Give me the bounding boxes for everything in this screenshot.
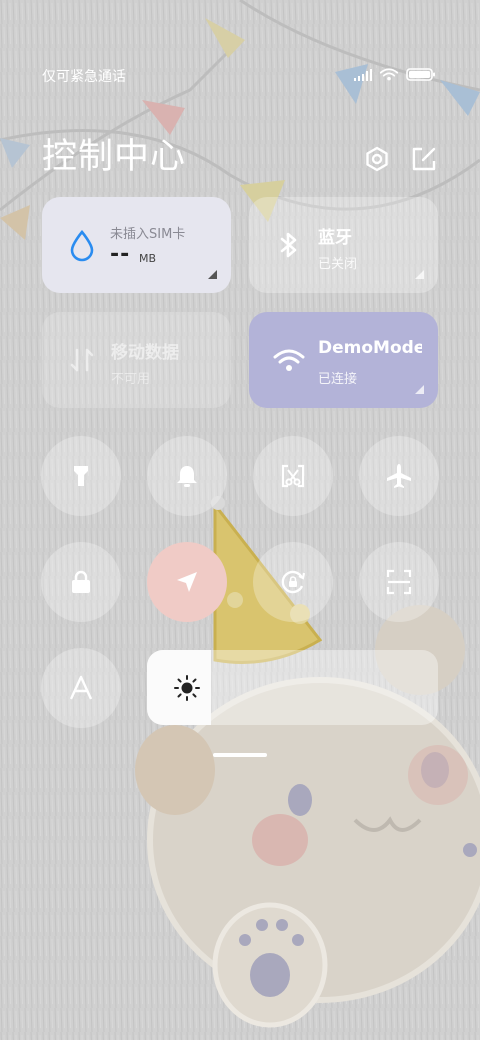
bluetooth-icon: [280, 232, 297, 258]
auto-brightness-toggle[interactable]: [41, 648, 121, 728]
signal-icon: [354, 68, 372, 81]
mobile-data-tile[interactable]: 移动数据 不可用: [42, 312, 231, 408]
wifi-icon: [273, 349, 305, 371]
edit-icon[interactable]: [409, 144, 439, 174]
flashlight-toggle[interactable]: [41, 436, 121, 516]
ringer-toggle[interactable]: [147, 436, 227, 516]
status-bar: 仅可紧急通话: [42, 66, 436, 86]
lock-icon: [72, 570, 90, 593]
scanner-toggle[interactable]: [359, 542, 439, 622]
wifi-status: 已连接: [318, 372, 358, 387]
data-usage-value: --: [110, 242, 131, 267]
mobile-data-title: 移动数据: [111, 343, 179, 363]
rotation-lock-icon: [281, 570, 306, 594]
expand-corner-icon: [415, 270, 424, 279]
carrier-text: 仅可紧急通话: [42, 69, 126, 85]
bluetooth-title: 蓝牙: [318, 228, 352, 248]
data-usage-label: 未插入SIM卡: [110, 227, 186, 242]
scan-icon: [386, 569, 412, 595]
expand-corner-icon: [208, 270, 217, 279]
page-title: 控制中心: [42, 137, 187, 177]
data-usage-unit: MB: [139, 252, 157, 265]
sun-icon: [174, 675, 200, 701]
collapse-handle[interactable]: [213, 753, 267, 757]
bluetooth-tile[interactable]: 蓝牙 已关闭: [249, 197, 438, 293]
location-toggle[interactable]: [147, 542, 227, 622]
wifi-icon: [380, 68, 398, 81]
data-arrows-icon: [70, 348, 94, 372]
airplane-icon: [387, 464, 411, 488]
screenshot-icon: [281, 464, 305, 488]
brightness-slider[interactable]: [147, 650, 438, 725]
expand-corner-icon: [415, 385, 424, 394]
wifi-network-name: DemoMode: [318, 338, 422, 358]
water-drop-icon: [70, 229, 94, 262]
battery-icon: [406, 68, 435, 81]
wifi-tile[interactable]: DemoMode 已连接: [249, 312, 438, 408]
location-arrow-icon: [177, 572, 197, 592]
mobile-data-status: 不可用: [111, 372, 151, 387]
screenshot-toggle[interactable]: [253, 436, 333, 516]
auto-brightness-icon: [69, 675, 93, 700]
settings-icon[interactable]: [362, 144, 392, 174]
bluetooth-status: 已关闭: [318, 257, 358, 272]
bell-icon: [177, 466, 197, 487]
flashlight-icon: [74, 466, 88, 486]
lock-screen-toggle[interactable]: [41, 542, 121, 622]
data-usage-tile[interactable]: 未插入SIM卡 -- MB: [42, 197, 231, 293]
airplane-mode-toggle[interactable]: [359, 436, 439, 516]
rotation-lock-toggle[interactable]: [253, 542, 333, 622]
